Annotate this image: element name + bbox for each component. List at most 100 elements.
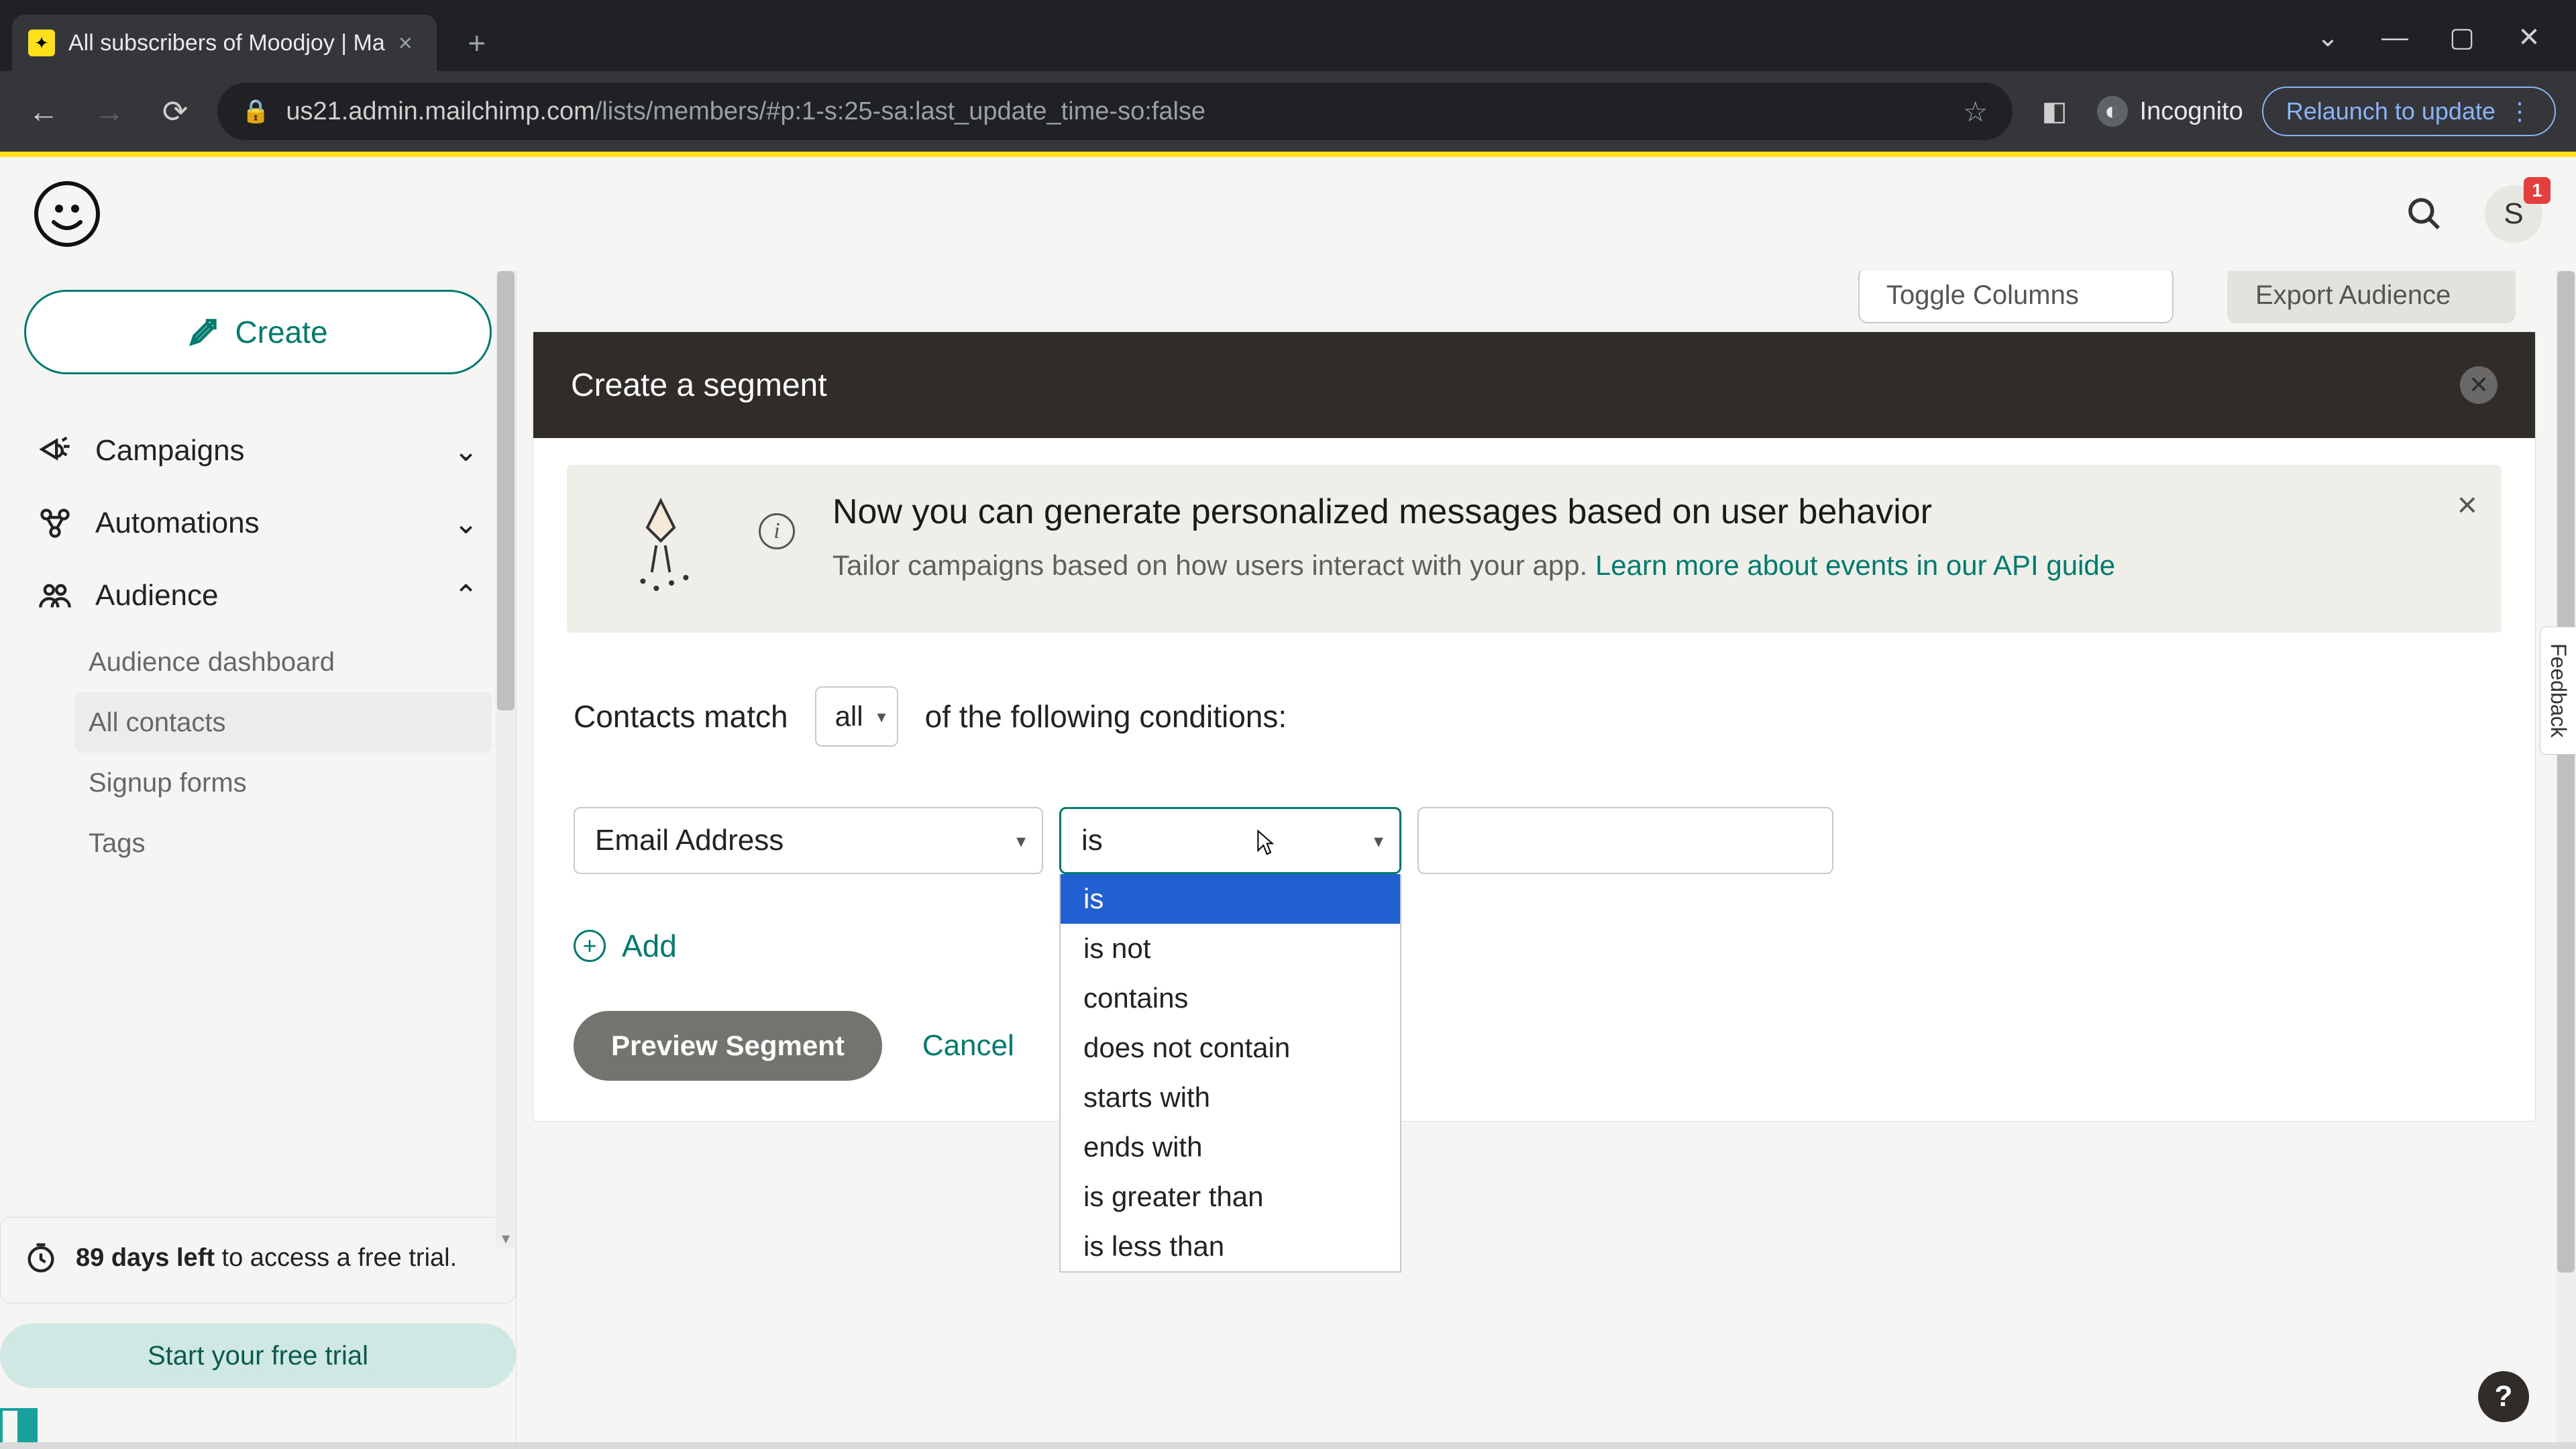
window-controls: ⌄ — ▢ ✕ <box>2314 24 2576 71</box>
address-bar[interactable]: 🔒 us21.admin.mailchimp.com/lists/members… <box>217 83 2012 140</box>
maximize-icon[interactable]: ▢ <box>2449 24 2475 51</box>
close-window-icon[interactable]: ✕ <box>2516 24 2542 51</box>
extensions-icon[interactable]: ◧ <box>2031 88 2078 135</box>
add-label: Add <box>622 928 677 964</box>
banner-headline: Now you can generate personalized messag… <box>833 492 2468 532</box>
operator-option[interactable]: is not <box>1061 924 1400 973</box>
chevron-down-icon: ⌄ <box>453 506 478 541</box>
panel-close-icon[interactable]: ✕ <box>2460 366 2498 404</box>
subnav-tags[interactable]: Tags <box>89 813 492 873</box>
mailchimp-logo[interactable] <box>34 180 101 248</box>
trial-card: 89 days left to access a free trial. <box>0 1217 516 1303</box>
tab-close-icon[interactable]: × <box>398 29 413 57</box>
preview-segment-button[interactable]: Preview Segment <box>574 1011 882 1081</box>
info-banner: i Now you can generate personalized mess… <box>567 465 2502 633</box>
subnav-signup-forms[interactable]: Signup forms <box>89 753 492 813</box>
bookmark-star-icon[interactable]: ☆ <box>1963 95 1988 128</box>
browser-toolbar: ← → ⟳ 🔒 us21.admin.mailchimp.com/lists/m… <box>0 71 2576 152</box>
browser-titlebar: ✦ All subscribers of Moodjoy | Ma × + ⌄ … <box>0 0 2576 71</box>
condition-value-input[interactable] <box>1417 807 1833 874</box>
match-prefix: Contacts match <box>574 698 788 735</box>
chevron-down-icon: ▾ <box>1016 830 1026 852</box>
main-scrollbar[interactable] <box>2556 271 2576 1449</box>
operator-dropdown: is is not contains does not contain star… <box>1059 874 1401 1273</box>
mailchimp-favicon: ✦ <box>28 30 55 56</box>
create-button[interactable]: Create <box>24 290 492 374</box>
scrollbar-thumb[interactable] <box>2557 271 2575 1273</box>
condition-field-select[interactable]: Email Address ▾ <box>574 807 1043 874</box>
avatar-initial: S <box>2504 197 2523 231</box>
banner-link[interactable]: Learn more about events in our API guide <box>1595 549 2115 581</box>
sidebar-scrollbar[interactable]: ▾ <box>496 271 516 1248</box>
segment-builder: Contacts match all ▾ of the following co… <box>533 659 2535 1121</box>
mouse-cursor <box>1256 829 1275 856</box>
chevron-down-icon[interactable]: ⌄ <box>2314 24 2341 51</box>
operator-option[interactable]: does not contain <box>1061 1023 1400 1073</box>
subnav-all-contacts[interactable]: All contacts <box>75 692 492 753</box>
tab-title: All subscribers of Moodjoy | Ma <box>68 30 385 56</box>
chevron-down-icon: ▾ <box>877 706 886 727</box>
main-content: Toggle Columns Export Audience Create a … <box>517 271 2576 1449</box>
match-row: Contacts match all ▾ of the following co… <box>574 686 2495 747</box>
condition-row: Email Address ▾ is ▾ <box>574 807 2495 874</box>
new-tab-button[interactable]: + <box>457 23 497 63</box>
scrollbar-thumb[interactable] <box>497 271 515 710</box>
subnav-audience-dashboard[interactable]: Audience dashboard <box>89 632 492 692</box>
app-topbar: S 1 <box>0 157 2576 271</box>
operator-option[interactable]: ends with <box>1061 1122 1400 1172</box>
add-condition-button[interactable]: + Add <box>574 928 2495 964</box>
lock-icon: 🔒 <box>241 98 270 125</box>
match-suffix: of the following conditions: <box>925 698 1287 735</box>
sidebar-item-label: Campaigns <box>95 434 245 468</box>
reload-button[interactable]: ⟳ <box>152 88 199 135</box>
chevron-up-icon: ⌃ <box>453 579 478 613</box>
help-fab[interactable]: ? <box>2478 1371 2529 1422</box>
match-mode-select[interactable]: all ▾ <box>815 686 898 747</box>
operator-option[interactable]: is <box>1061 874 1400 924</box>
panel-header: Create a segment ✕ <box>533 332 2535 438</box>
browser-tab[interactable]: ✦ All subscribers of Moodjoy | Ma × <box>12 15 437 71</box>
condition-operator-select[interactable]: is ▾ <box>1059 807 1401 874</box>
toggle-columns-button[interactable]: Toggle Columns <box>1858 271 2174 323</box>
minimize-icon[interactable]: — <box>2381 24 2408 51</box>
incognito-icon: ◐ <box>2097 96 2128 127</box>
export-audience-button[interactable]: Export Audience <box>2227 271 2516 323</box>
audience-subnav: Audience dashboard All contacts Signup f… <box>24 632 492 873</box>
forward-button: → <box>86 88 133 135</box>
create-button-label: Create <box>235 314 327 350</box>
operator-option[interactable]: is less than <box>1061 1222 1400 1271</box>
sidebar-item-campaigns[interactable]: Campaigns ⌄ <box>24 415 492 487</box>
page: S 1 Create Campaigns ⌄ Automations <box>0 152 2576 1449</box>
banner-illustration <box>600 492 721 599</box>
banner-dismiss-icon[interactable]: × <box>2457 485 2477 525</box>
segment-panel: Create a segment ✕ i Now you can generat… <box>533 331 2536 1122</box>
incognito-indicator[interactable]: ◐ Incognito <box>2097 96 2243 127</box>
sidebar-item-label: Automations <box>95 506 260 540</box>
scroll-down-icon[interactable]: ▾ <box>496 1229 516 1248</box>
app-launcher-icon[interactable] <box>0 1408 38 1446</box>
sidebar: Create Campaigns ⌄ Automations ⌄ Audienc… <box>0 271 517 1449</box>
operator-option[interactable]: contains <box>1061 973 1400 1023</box>
operator-option[interactable]: starts with <box>1061 1073 1400 1122</box>
plus-circle-icon: + <box>574 930 606 962</box>
os-taskbar-edge <box>0 1442 2576 1449</box>
url-text: us21.admin.mailchimp.com/lists/members/#… <box>286 97 1205 126</box>
menu-dots-icon: ⋮ <box>2508 97 2532 125</box>
back-button[interactable]: ← <box>20 88 67 135</box>
chevron-down-icon: ⌄ <box>453 434 478 468</box>
cancel-button[interactable]: Cancel <box>922 1029 1014 1063</box>
sidebar-item-audience[interactable]: Audience ⌃ <box>24 559 492 632</box>
panel-title: Create a segment <box>571 367 827 404</box>
notification-badge: 1 <box>2524 177 2551 204</box>
relaunch-button[interactable]: Relaunch to update⋮ <box>2262 87 2556 136</box>
start-trial-button[interactable]: Start your free trial <box>0 1324 516 1388</box>
clock-icon <box>23 1240 58 1275</box>
trial-text: 89 days left to access a free trial. <box>76 1240 457 1276</box>
sidebar-item-automations[interactable]: Automations ⌄ <box>24 487 492 559</box>
feedback-tab[interactable]: Feedback <box>2540 627 2576 755</box>
builder-actions: Preview Segment Cancel <box>574 1011 2495 1081</box>
operator-option[interactable]: is greater than <box>1061 1172 1400 1222</box>
avatar[interactable]: S 1 <box>2485 185 2542 243</box>
incognito-label: Incognito <box>2140 97 2243 126</box>
search-button[interactable] <box>2398 187 2451 241</box>
